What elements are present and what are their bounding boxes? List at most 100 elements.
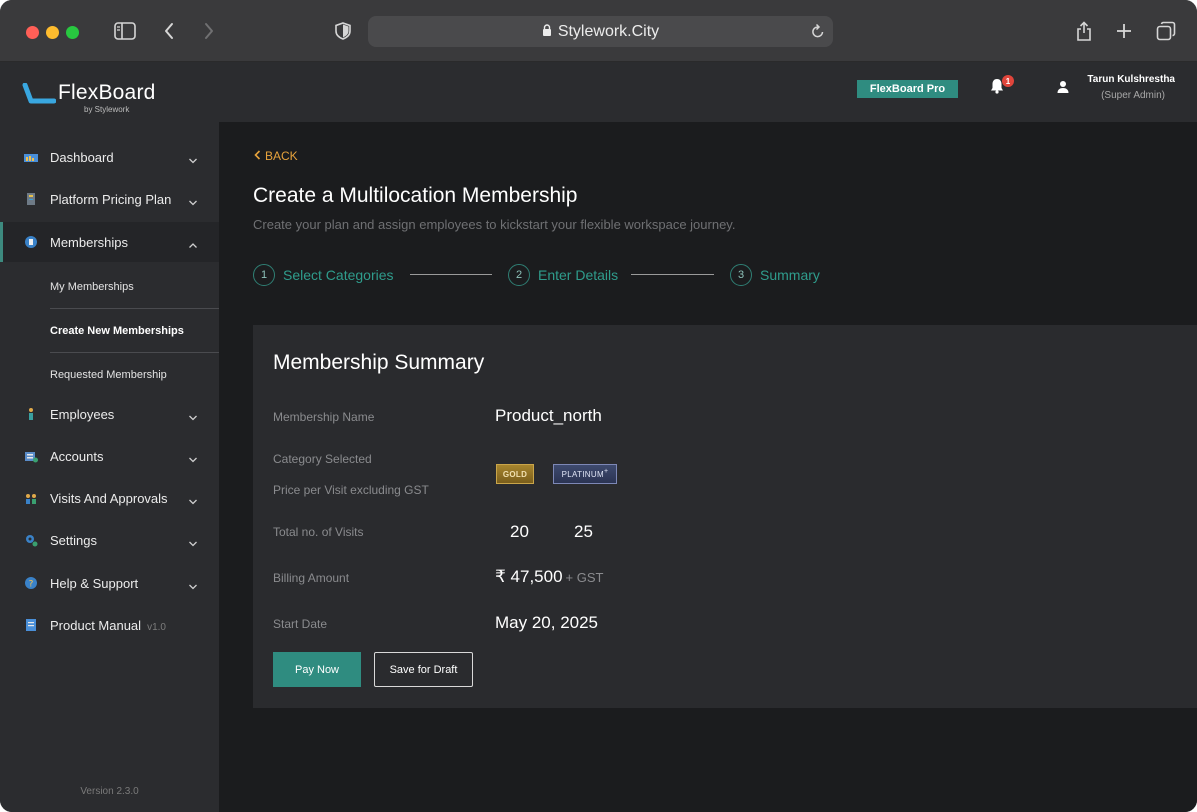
sidebar-item-label: Dashboard	[50, 149, 114, 165]
accounts-icon	[24, 449, 38, 463]
membership-name-label: Membership Name	[273, 410, 375, 424]
close-window-button[interactable]	[26, 26, 39, 39]
help-icon: ?	[24, 576, 38, 590]
step-number: 3	[730, 264, 752, 286]
step-label: Enter Details	[538, 267, 619, 283]
logo-mark-icon	[22, 82, 57, 110]
chevron-down-icon	[188, 535, 198, 553]
pricing-icon	[24, 192, 38, 206]
chevron-down-icon	[188, 194, 198, 212]
chevron-down-icon	[188, 152, 198, 170]
progress-stepper: 1 Select Categories 2 Enter Details 3 Su…	[253, 263, 853, 287]
category-selected-label: Category Selected	[273, 452, 372, 466]
notification-count-badge: 1	[1002, 75, 1014, 87]
sidebar-subitem-my-memberships[interactable]: My Memberships	[50, 265, 219, 309]
privacy-shield-icon[interactable]	[333, 16, 353, 46]
category-badge-platinum: PLATINUM +	[553, 464, 617, 484]
membership-name-value: Product_north	[495, 406, 602, 425]
sidebar-subitem-requested-membership[interactable]: Requested Membership	[50, 353, 219, 397]
billing-amount-label: Billing Amount	[273, 571, 350, 585]
sidebar-item-settings[interactable]: Settings	[0, 520, 219, 560]
app-header: FlexBoard by Stylework	[0, 62, 1197, 122]
chevron-down-icon	[188, 409, 198, 427]
forward-arrow-icon[interactable]	[200, 16, 218, 46]
sidebar-item-platform-pricing-plan[interactable]: Platform Pricing Plan	[0, 179, 219, 219]
maximize-window-button[interactable]	[66, 26, 79, 39]
logo-text: FlexBoard	[58, 81, 156, 104]
back-link[interactable]: BACK	[254, 149, 298, 163]
tab-overview-icon[interactable]	[1155, 16, 1177, 46]
app-version: Version 2.3.0	[80, 786, 139, 797]
sidebar-item-label: Settings	[50, 532, 97, 548]
manual-version: v1.0	[147, 621, 166, 633]
browser-toolbar: Stylework.City	[0, 0, 1197, 62]
reload-icon[interactable]	[811, 23, 825, 44]
step-summary[interactable]: 3 Summary	[730, 263, 820, 287]
pay-now-button[interactable]: Pay Now	[273, 652, 361, 687]
memberships-icon	[24, 235, 38, 249]
visits-value-gold: 20	[510, 522, 529, 541]
start-date-value: May 20, 2025	[495, 613, 599, 632]
back-label: BACK	[265, 149, 298, 163]
chevron-down-icon	[188, 578, 198, 596]
user-name[interactable]: Tarun Kulshrestha	[1087, 74, 1175, 85]
sidebar-item-label: Memberships	[50, 234, 129, 250]
sidebar-item-visits-and-approvals[interactable]: Visits And Approvals	[0, 478, 219, 518]
address-bar[interactable]: Stylework.City	[368, 16, 833, 47]
gst-suffix: + GST	[565, 570, 604, 585]
step-connector	[410, 274, 492, 275]
visits-value-platinum: 25	[574, 522, 593, 541]
user-avatar-icon[interactable]	[1057, 80, 1069, 99]
sidebar-item-label: Accounts	[50, 448, 104, 464]
main-content: BACK Create a Multilocation Membership C…	[219, 122, 1197, 812]
category-badge-gold: GOLD	[496, 464, 534, 484]
total-visits-label: Total no. of Visits	[273, 525, 364, 539]
lock-icon	[542, 23, 552, 41]
step-label: Select Categories	[283, 267, 394, 283]
page-subtitle: Create your plan and assign employees to…	[253, 217, 736, 232]
svg-text:?: ?	[29, 580, 34, 590]
flexboard-logo[interactable]: FlexBoard by Stylework	[22, 81, 212, 117]
chevron-left-icon	[254, 149, 261, 163]
membership-summary-card: Membership Summary Membership Name Produ…	[253, 325, 1197, 708]
sidebar-item-memberships[interactable]: Memberships	[0, 222, 219, 262]
step-connector	[631, 274, 714, 275]
sidebar-item-employees[interactable]: Employees	[0, 394, 219, 434]
new-tab-icon[interactable]	[1114, 16, 1134, 46]
sidebar-item-dashboard[interactable]: Dashboard	[0, 137, 219, 177]
share-icon[interactable]	[1074, 16, 1094, 46]
chevron-up-icon	[188, 237, 198, 255]
plan-badge[interactable]: FlexBoard Pro	[857, 80, 958, 98]
chevron-down-icon	[188, 493, 198, 511]
save-for-draft-button[interactable]: Save for Draft	[374, 652, 473, 687]
employees-icon	[24, 407, 38, 421]
user-role: (Super Admin)	[1101, 90, 1165, 101]
sidebar-subitem-create-new-memberships[interactable]: Create New Memberships	[50, 309, 219, 353]
sidebar-item-label: Help & Support	[50, 575, 139, 591]
sidebar-item-product-manual[interactable]: Product Manual v1.0	[0, 605, 219, 645]
step-select-categories[interactable]: 1 Select Categories	[253, 263, 394, 287]
back-arrow-icon[interactable]	[160, 16, 178, 46]
sidebar: Dashboard Platform Pricing Plan Membersh…	[0, 122, 219, 812]
start-date-label: Start Date	[273, 617, 328, 631]
step-label: Summary	[760, 267, 820, 283]
sidebar-item-accounts[interactable]: Accounts	[0, 436, 219, 476]
billing-amount-value: ₹ 47,500 + GST	[495, 567, 604, 586]
chevron-down-icon	[188, 451, 198, 469]
sidebar-item-label: Visits And Approvals	[50, 490, 168, 506]
minimize-window-button[interactable]	[46, 26, 59, 39]
sidebar-item-label: Platform Pricing Plan	[50, 191, 172, 207]
step-enter-details[interactable]: 2 Enter Details	[508, 263, 618, 287]
sidebar-item-label: Employees	[50, 406, 115, 422]
visits-icon	[24, 491, 38, 505]
step-number: 1	[253, 264, 275, 286]
sidebar-toggle-icon[interactable]	[112, 16, 138, 46]
browser-window: Stylework.City FlexBoard by Stylework Fl…	[0, 0, 1197, 812]
sidebar-item-help-and-support[interactable]: ? Help & Support	[0, 563, 219, 603]
page-title: Create a Multilocation Membership	[253, 184, 578, 207]
sidebar-item-label: Product Manual v1.0	[50, 617, 166, 633]
manual-icon	[24, 618, 38, 632]
settings-icon	[24, 533, 38, 547]
price-per-visit-label: Price per Visit excluding GST	[273, 483, 429, 497]
step-number: 2	[508, 264, 530, 286]
